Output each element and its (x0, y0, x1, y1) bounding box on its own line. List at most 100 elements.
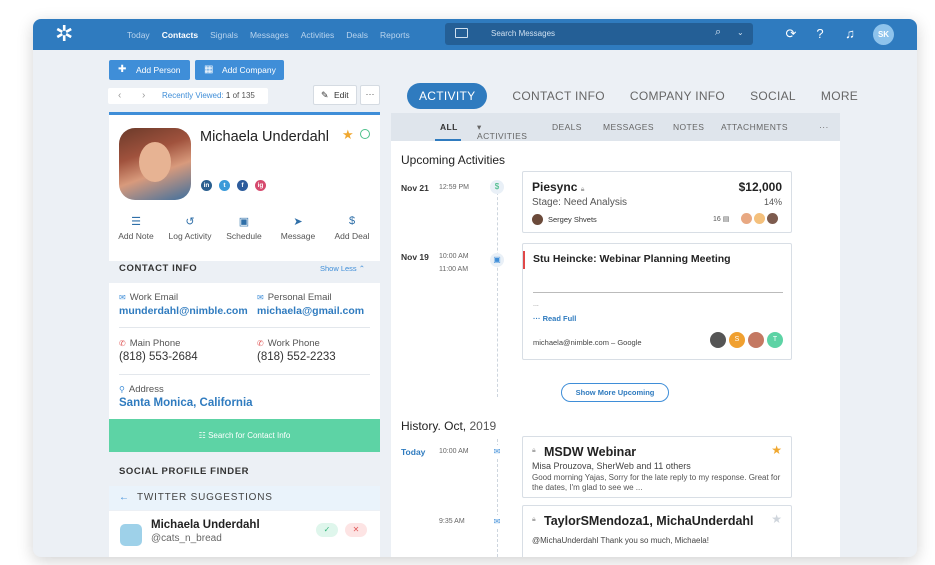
nav-messages[interactable]: Messages (250, 30, 289, 40)
social-links: in t f ig (201, 180, 273, 191)
reject-close-icon[interactable]: ✕ (345, 523, 367, 537)
message-button[interactable]: ➤ Message (271, 215, 325, 241)
history-title: History. Oct, 2019 (401, 419, 497, 433)
add-company-button[interactable]: ▦ Add Company (195, 60, 284, 80)
subtab-more-icon[interactable]: ··· (819, 122, 829, 132)
subtab-activities[interactable]: ACTIVITIES ▾ (477, 122, 527, 141)
nimble-logo-icon[interactable]: ✲ (55, 23, 81, 45)
tab-more[interactable]: MORE (821, 89, 858, 103)
add-person-button[interactable]: ✚ Add Person (109, 60, 190, 80)
search-messages-input[interactable]: Search Messages ⌕ ⌄ (445, 23, 753, 45)
work-phone-value[interactable]: (818) 552-2233 (257, 351, 336, 363)
work-email-link[interactable]: munderdahl@nimble.com (119, 305, 248, 317)
dollar-icon: $ (348, 215, 356, 227)
suggestion-avatar (120, 524, 142, 546)
search-placeholder: Search Messages (491, 29, 556, 38)
envelope-icon: ✉ (119, 293, 126, 302)
note-icon: ☰ (131, 216, 141, 228)
deal-name: Piesync 🔒︎ (532, 180, 585, 194)
subtab-attachments[interactable]: ATTACHMENTS (721, 122, 788, 132)
add-note-button[interactable]: ☰ Add Note (109, 215, 163, 241)
search-contact-info-button[interactable]: ☷ Search for Contact Info (109, 419, 380, 452)
star-icon[interactable]: ★ (771, 512, 782, 526)
personal-email-field: ✉ Personal Email michaela@gmail.com (257, 292, 365, 317)
phone-icon: ✆ (257, 339, 264, 348)
meeting-priority-bar (523, 251, 525, 269)
tab-activity[interactable]: ACTIVITY (407, 83, 488, 109)
send-icon: ➤ (293, 216, 303, 228)
deal-date: Nov 21 (401, 183, 429, 193)
subtab-all[interactable]: ALL (440, 122, 458, 132)
search-icon[interactable]: ⌕ (715, 26, 721, 39)
participant-avatar (754, 213, 765, 224)
address-link[interactable]: Santa Monica, California (119, 397, 253, 409)
read-full-link[interactable]: ··· Read Full (533, 314, 576, 323)
meeting-title: Stu Heincke: Webinar Planning Meeting (533, 253, 731, 265)
work-email-field: ✉ Work Email munderdahl@nimble.com (119, 292, 248, 317)
main-phone-field: ✆ Main Phone (818) 553-2684 (119, 338, 198, 363)
personal-email-link[interactable]: michaela@gmail.com (257, 305, 364, 317)
subtab-messages[interactable]: MESSAGES (603, 122, 654, 132)
instagram-icon[interactable]: ig (255, 180, 266, 191)
add-company-icon: ▦ (204, 64, 214, 75)
schedule-button[interactable]: ▣ Schedule (217, 215, 271, 241)
history-time: 9:35 AM (439, 518, 465, 525)
bell-icon[interactable]: ♫ (842, 26, 858, 42)
divider (533, 292, 783, 293)
show-less-toggle[interactable]: Show Less ⌃ (320, 264, 365, 273)
add-person-label: Add Person (136, 65, 181, 75)
next-arrow-icon[interactable]: › (142, 88, 145, 104)
subtab-deals[interactable]: DEALS (552, 122, 582, 132)
linkedin-icon[interactable]: in (201, 180, 212, 191)
twitter-suggestion-row: Michaela Underdahl @cats_n_bread ✓ ✕ (109, 511, 380, 557)
history-card-tweet[interactable]: 🔒︎ TaylorSMendoza1, MichaUnderdahl ★ @Mi… (522, 505, 792, 557)
deal-amount: $12,000 (738, 180, 782, 194)
nav-today[interactable]: Today (127, 30, 150, 40)
prev-arrow-icon[interactable]: ‹ (118, 88, 121, 104)
chevron-down-icon[interactable]: ⌄ (737, 28, 744, 37)
lock-icon: 🔒︎ (532, 516, 536, 523)
nav-signals[interactable]: Signals (210, 30, 238, 40)
app-window: ✲ Today Contacts Signals Messages Activi… (33, 19, 917, 557)
log-activity-button[interactable]: ↺ Log Activity (163, 215, 217, 241)
nav-deals[interactable]: Deals (346, 30, 368, 40)
add-company-label: Add Company (222, 65, 276, 75)
help-icon[interactable]: ? (812, 26, 828, 42)
profile-actions: ☰ Add Note ↺ Log Activity ▣ Schedule ➤ Messa… (109, 215, 380, 241)
subtab-notes[interactable]: NOTES (673, 122, 704, 132)
edit-button[interactable]: ✎ Edit (313, 85, 357, 105)
star-icon[interactable]: ★ (342, 127, 354, 143)
divider (119, 374, 370, 375)
history-time: 10:00 AM (439, 448, 469, 455)
clock-icon[interactable] (360, 129, 370, 139)
nav-reports[interactable]: Reports (380, 30, 410, 40)
nav-activities[interactable]: Activities (301, 30, 335, 40)
deal-card[interactable]: Piesync 🔒︎ $12,000 Stage: Need Analysis … (522, 171, 792, 233)
work-phone-field: ✆ Work Phone (818) 552-2233 (257, 338, 336, 363)
upcoming-activities-title: Upcoming Activities (401, 153, 506, 167)
lock-icon: 🔒︎ (580, 186, 585, 193)
accept-check-icon[interactable]: ✓ (316, 523, 338, 537)
star-icon[interactable]: ★ (771, 443, 782, 457)
more-options-button[interactable]: ··· (360, 85, 380, 105)
top-nav-bar: ✲ Today Contacts Signals Messages Activi… (33, 19, 917, 50)
facebook-icon[interactable]: f (237, 180, 248, 191)
arrow-left-icon[interactable]: ← (119, 486, 130, 510)
nav-contacts[interactable]: Contacts (162, 30, 198, 40)
calendar-icon: ▣ (490, 253, 504, 267)
tab-company-info[interactable]: COMPANY INFO (630, 89, 725, 103)
sync-icon[interactable]: ⟳ (783, 26, 799, 42)
mail-icon (455, 28, 468, 38)
envelope-icon: ✉ (257, 293, 264, 302)
deal-probability: 14% (763, 197, 782, 207)
add-deal-button[interactable]: $ Add Deal (325, 215, 379, 241)
history-card-email[interactable]: 🔒︎ MSDW Webinar ★ Misa Prouzova, SherWeb… (522, 436, 792, 498)
tab-contact-info[interactable]: CONTACT INFO (512, 89, 605, 103)
twitter-icon[interactable]: t (219, 180, 230, 191)
email-icon: ✉ (490, 445, 504, 459)
main-phone-value[interactable]: (818) 553-2684 (119, 351, 198, 363)
show-more-upcoming-button[interactable]: Show More Upcoming (561, 383, 669, 402)
user-avatar[interactable]: SK (873, 24, 894, 45)
meeting-card[interactable]: Stu Heincke: Webinar Planning Meeting ..… (522, 243, 792, 360)
tab-social[interactable]: SOCIAL (750, 89, 796, 103)
